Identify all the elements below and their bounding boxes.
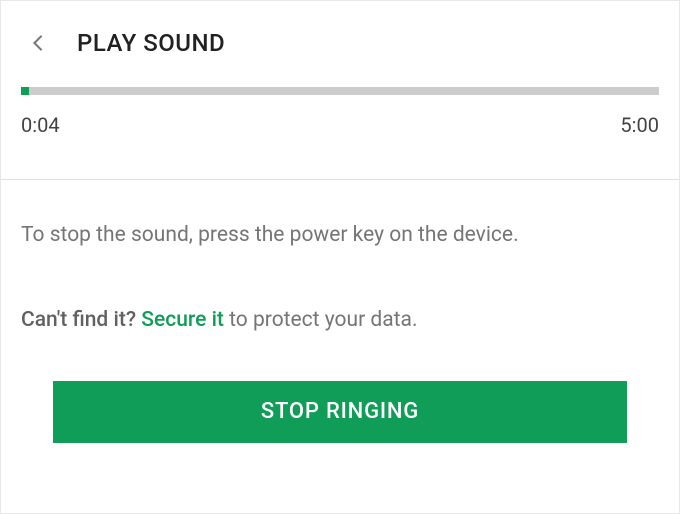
page-title: PLAY SOUND bbox=[77, 29, 225, 57]
elapsed-time: 0:04 bbox=[21, 113, 60, 137]
header: PLAY SOUND bbox=[1, 1, 679, 79]
total-time: 5:00 bbox=[620, 113, 659, 137]
secure-it-link[interactable]: Secure it bbox=[141, 308, 224, 332]
secondary-after: to protect your data. bbox=[224, 308, 418, 332]
progress-bar[interactable] bbox=[21, 87, 659, 95]
stop-ringing-button[interactable]: STOP RINGING bbox=[53, 381, 627, 443]
progress-fill bbox=[21, 87, 29, 95]
time-row: 0:04 5:00 bbox=[21, 113, 659, 179]
instruction-text: To stop the sound, press the power key o… bbox=[21, 220, 659, 252]
secondary-lead: Can't find it? bbox=[21, 308, 136, 332]
progress-section: 0:04 5:00 bbox=[1, 79, 679, 179]
content: To stop the sound, press the power key o… bbox=[1, 180, 679, 335]
secondary-text: Can't find it? Secure it to protect your… bbox=[21, 306, 659, 335]
back-icon[interactable] bbox=[31, 36, 45, 50]
button-area: STOP RINGING bbox=[1, 381, 679, 443]
